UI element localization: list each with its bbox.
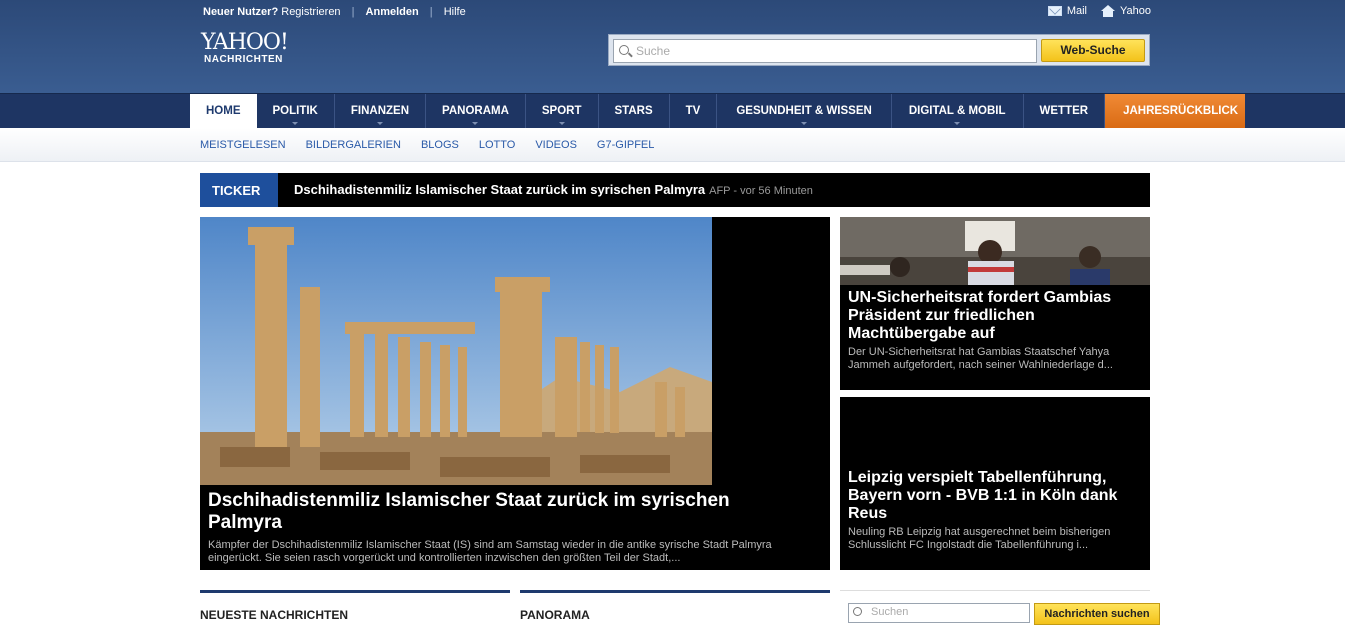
- chevron-down-icon: [292, 122, 299, 125]
- chevron-down-icon: [376, 122, 383, 125]
- news-ticker: TICKER Dschihadistenmiliz Islamischer St…: [200, 173, 1150, 207]
- logo-line1: YAHOO!: [201, 30, 289, 55]
- nav-sport[interactable]: SPORT: [526, 94, 599, 129]
- section-divider: [200, 590, 510, 593]
- nav-tv[interactable]: TV: [670, 94, 718, 129]
- news-search-placeholder: Suchen: [871, 606, 909, 618]
- header: Neuer Nutzer? Registrieren | Anmelden | …: [0, 0, 1345, 93]
- mail-icon: [1047, 6, 1062, 16]
- topbar: Neuer Nutzer? Registrieren | Anmelden | …: [203, 6, 466, 18]
- yahoo-home-link[interactable]: Yahoo: [1101, 5, 1151, 17]
- side-story-summary: Der UN-Sicherheitsrat hat Gambias Staats…: [848, 346, 1113, 371]
- main-story-title[interactable]: Dschihadistenmiliz Islamischer Staat zur…: [208, 490, 808, 534]
- nav-finanzen[interactable]: FINANZEN: [335, 94, 427, 129]
- palmyra-ruins-image[interactable]: [200, 217, 712, 485]
- ticker-headline[interactable]: Dschihadistenmiliz Islamischer Staat zur…: [294, 182, 813, 197]
- nav-wetter[interactable]: WETTER: [1024, 94, 1106, 129]
- news-search-input[interactable]: Suchen: [848, 603, 1030, 623]
- search-input[interactable]: Suche: [613, 39, 1037, 63]
- divider: |: [351, 6, 355, 18]
- nav-label: FINANZEN: [350, 105, 410, 117]
- subnav-g7-gipfel[interactable]: G7-GIPFEL: [597, 139, 654, 151]
- sub-nav: MEISTGELESEN BILDERGALERIEN BLOGS LOTTO …: [0, 128, 1345, 162]
- nav-gesundheit-wissen[interactable]: GESUNDHEIT & WISSEN: [717, 94, 892, 129]
- nav-label: PANORAMA: [442, 105, 509, 117]
- nav-label: STARS: [614, 105, 653, 117]
- chevron-down-icon: [472, 122, 479, 125]
- news-search-button[interactable]: Nachrichten suchen: [1034, 603, 1160, 625]
- main-story-summary: Kämpfer der Dschihadistenmiliz Islamisch…: [208, 539, 772, 564]
- logo-line2: NACHRICHTEN: [204, 54, 283, 65]
- nav-label: JAHRESRÜCKBLICK: [1123, 105, 1239, 117]
- main-story[interactable]: Dschihadistenmiliz Islamischer Staat zur…: [200, 217, 830, 570]
- subnav-blogs[interactable]: BLOGS: [421, 139, 459, 151]
- nav-label: WETTER: [1039, 105, 1089, 117]
- side-story[interactable]: UN-Sicherheitsrat fordert Gambias Präsid…: [840, 217, 1150, 390]
- nav-label: GESUNDHEIT & WISSEN: [736, 105, 872, 117]
- nav-label: SPORT: [541, 105, 582, 117]
- mail-label: Mail: [1066, 5, 1087, 17]
- web-search-box: Suche Web-Suche: [608, 34, 1150, 66]
- ticker-headline-text: Dschihadistenmiliz Islamischer Staat zur…: [294, 182, 706, 197]
- side-story[interactable]: Leipzig verspielt Tabellenführung, Bayer…: [840, 397, 1150, 570]
- new-user-label: Neuer Nutzer?: [203, 6, 279, 18]
- section-heading: NEUESTE NACHRICHTEN: [200, 608, 349, 622]
- nav-stars[interactable]: STARS: [599, 94, 670, 129]
- search-icon: [619, 45, 629, 55]
- nav-label: HOME: [206, 105, 241, 117]
- login-link[interactable]: Anmelden: [366, 6, 419, 18]
- nav-panorama[interactable]: PANORAMA: [426, 94, 526, 129]
- nav-label: DIGITAL & MOBIL: [908, 105, 1006, 117]
- ticker-source: AFP - vor 56 Minuten: [709, 185, 813, 197]
- web-search-button[interactable]: Web-Suche: [1041, 39, 1145, 62]
- section-divider: [840, 590, 1150, 591]
- top-right-links: Mail Yahoo: [1047, 5, 1151, 17]
- mail-link[interactable]: Mail: [1047, 5, 1087, 17]
- side-story-summary: Neuling RB Leipzig hat ausgerechnet beim…: [848, 526, 1111, 551]
- chevron-down-icon: [558, 122, 565, 125]
- nav-digital-mobil[interactable]: DIGITAL & MOBIL: [892, 94, 1024, 129]
- subnav-lotto[interactable]: LOTTO: [479, 139, 515, 151]
- help-link[interactable]: Hilfe: [444, 6, 466, 18]
- home-icon: [1101, 5, 1115, 17]
- section-heading: PANORAMA: [520, 608, 590, 622]
- main-nav: HOME POLITIK FINANZEN PANORAMA SPORT STA…: [0, 93, 1345, 130]
- section-divider: [520, 590, 830, 593]
- register-link[interactable]: Registrieren: [281, 6, 340, 18]
- search-icon: [853, 607, 862, 616]
- subnav-meistgelesen[interactable]: MEISTGELESEN: [200, 139, 286, 151]
- nav-label: POLITIK: [272, 105, 318, 117]
- subnav-videos[interactable]: VIDEOS: [535, 139, 577, 151]
- nav-politik[interactable]: POLITIK: [257, 94, 335, 129]
- gambia-protest-image[interactable]: [840, 217, 1150, 285]
- side-story-title[interactable]: Leipzig verspielt Tabellenführung, Bayer…: [848, 469, 1144, 523]
- nav-label: TV: [685, 105, 701, 117]
- yahoo-nachrichten-logo[interactable]: YAHOO! NACHRICHTEN: [201, 30, 289, 66]
- divider: |: [429, 6, 433, 18]
- chevron-down-icon: [801, 122, 808, 125]
- yahoo-label: Yahoo: [1120, 5, 1151, 17]
- side-story-title[interactable]: UN-Sicherheitsrat fordert Gambias Präsid…: [848, 289, 1144, 343]
- nav-home[interactable]: HOME: [190, 94, 257, 130]
- chevron-down-icon: [954, 122, 961, 125]
- nav-jahresrueckblick[interactable]: JAHRESRÜCKBLICK: [1105, 94, 1246, 129]
- subnav-bildergalerien[interactable]: BILDERGALERIEN: [306, 139, 401, 151]
- search-placeholder: Suche: [636, 44, 671, 58]
- ticker-label: TICKER: [200, 173, 278, 207]
